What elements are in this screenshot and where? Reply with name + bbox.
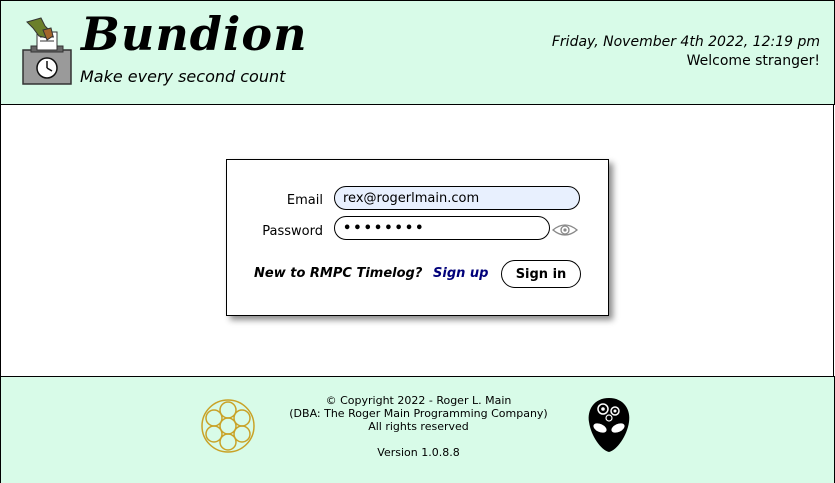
tagline: Make every second count: [80, 67, 286, 86]
login-card: Email Password New to RMPC Timelog? Sign…: [226, 159, 609, 316]
password-field[interactable]: [334, 216, 550, 240]
current-datetime: Friday, November 4th 2022, 12:19 pm: [551, 34, 820, 50]
email-label: Email: [286, 193, 323, 208]
signin-button[interactable]: Sign in: [501, 260, 581, 288]
signup-prompt: New to RMPC Timelog?: [254, 266, 423, 281]
copyright-text: © Copyright 2022 - Roger L. Main: [325, 394, 512, 407]
brand-name[interactable]: Bundion: [81, 7, 308, 61]
right-border: [833, 104, 834, 376]
password-label: Password: [262, 224, 323, 239]
signup-link[interactable]: Sign up: [433, 266, 488, 281]
page-footer: © Copyright 2022 - Roger L. Main (DBA: T…: [0, 376, 835, 483]
footer-copyright-block: © Copyright 2022 - Roger L. Main (DBA: T…: [231, 394, 606, 433]
welcome-message: Welcome stranger!: [686, 53, 820, 69]
alien-gear-icon: [588, 398, 630, 452]
eye-icon[interactable]: [551, 222, 579, 238]
version-text: Version 1.0.8.8: [377, 446, 460, 459]
left-border: [0, 104, 1, 376]
rights-text: All rights reserved: [368, 420, 469, 433]
dba-text: (DBA: The Roger Main Programming Company…: [289, 407, 548, 420]
email-field[interactable]: [334, 186, 580, 210]
page-header: Bundion Make every second count Friday, …: [0, 0, 835, 105]
ballot-box-clock-icon[interactable]: [21, 16, 73, 86]
